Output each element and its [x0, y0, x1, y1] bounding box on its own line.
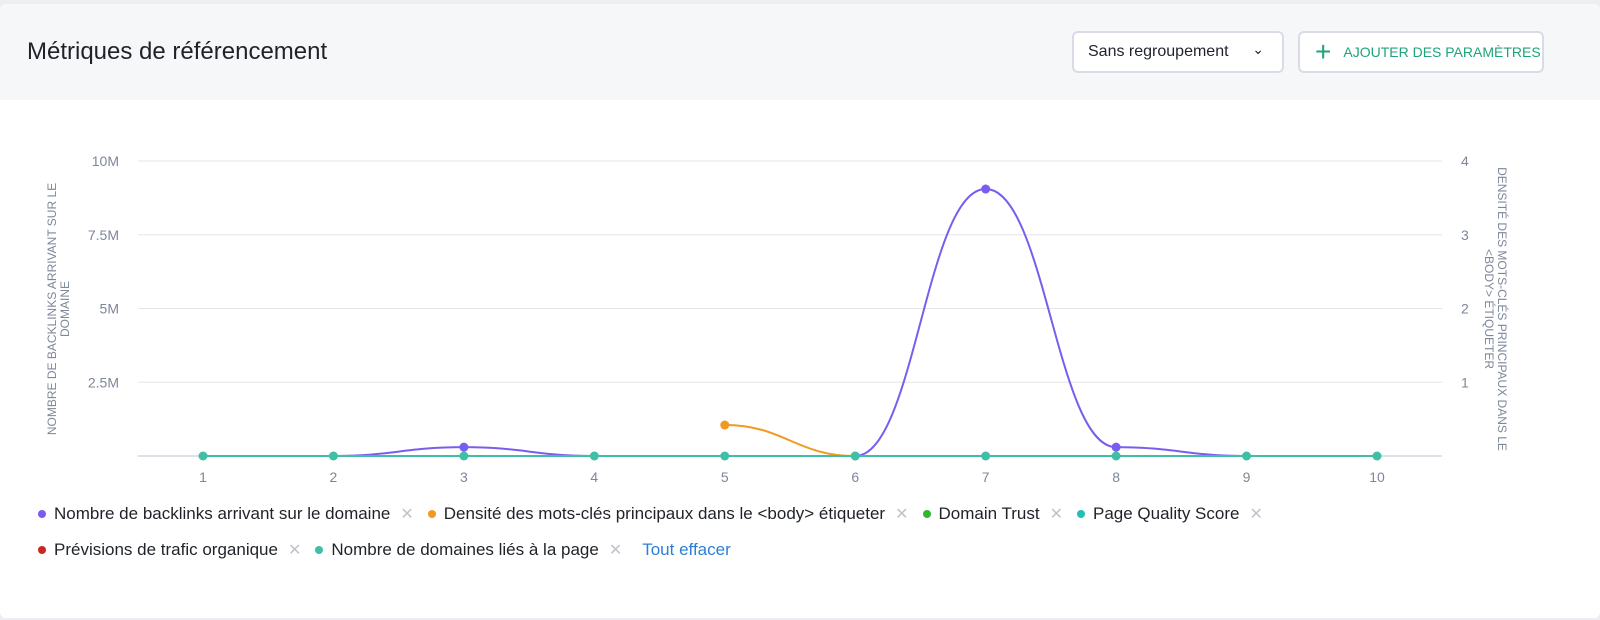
legend-label: Nombre de backlinks arrivant sur le doma… [54, 504, 391, 523]
seo-metrics-card: Métriques de référencement Sans regroupe… [0, 4, 1600, 618]
x-tick-label: 1 [199, 469, 207, 485]
x-tick-label: 7 [982, 469, 990, 485]
legend-label: Nombre de domaines liés à la page [331, 540, 599, 559]
backlinks-point [459, 442, 469, 452]
x-tick-label: 8 [1112, 469, 1120, 485]
x-tick-label: 4 [590, 469, 598, 485]
linked-domains-point [981, 451, 991, 461]
legend-item[interactable]: Page Quality Score ✕ [1077, 504, 1263, 524]
y-left-tick-label: 5M [100, 301, 119, 317]
keyword-density-line [724, 424, 856, 457]
remove-series-icon[interactable]: ✕ [895, 504, 908, 524]
linked-domains-point [850, 451, 860, 461]
legend-label: Densité des mots-clés principaux dans le… [443, 504, 886, 523]
y-right-tick-label: 4 [1461, 153, 1469, 169]
legend-item[interactable]: Nombre de backlinks arrivant sur le doma… [38, 504, 414, 524]
linked-domains-point [589, 451, 599, 461]
keyword-density-point [720, 420, 730, 430]
legend-item[interactable]: Domain Trust ✕ [922, 504, 1063, 524]
y-right-tick-label: 2 [1461, 301, 1469, 317]
line-chart: 10M 7.5M 5M 2.5M 4 3 2 1 1 2 3 4 5 6 7 8 9 10 NOMBRE DE BA… [45, 153, 1510, 485]
linked-domains-point [198, 451, 208, 461]
remove-series-icon[interactable]: ✕ [1249, 504, 1262, 524]
backlinks-line [203, 188, 1377, 458]
x-tick-label: 9 [1243, 469, 1251, 485]
legend-dot [1077, 510, 1085, 518]
legend-dot [922, 510, 931, 518]
legend-item[interactable]: Prévisions de trafic organique ✕ [38, 540, 301, 560]
remove-series-icon[interactable]: ✕ [400, 504, 413, 524]
linked-domains-point [328, 451, 338, 461]
y-right-tick-label: 1 [1461, 374, 1469, 390]
linked-domains-point [720, 451, 730, 461]
legend-label: Page Quality Score [1093, 504, 1240, 523]
legend-dot [315, 546, 324, 554]
y-right-tick-label: 3 [1461, 227, 1469, 243]
y-left-tick-label: 2.5M [88, 374, 119, 390]
remove-series-icon[interactable]: ✕ [1050, 504, 1063, 524]
x-tick-label: 6 [851, 469, 859, 485]
legend-row: Prévisions de trafic organique ✕ Nombre de… [38, 540, 731, 560]
x-tick-label: 10 [1369, 469, 1385, 485]
legend-label: Domain Trust [938, 504, 1040, 523]
linked-domains-point [1372, 451, 1382, 461]
backlinks-point [1111, 442, 1121, 452]
y-left-tick-label: 7.5M [88, 227, 119, 243]
legend-label: Prévisions de trafic organique [54, 540, 278, 559]
backlinks-point [981, 184, 991, 194]
remove-series-icon[interactable]: ✕ [288, 540, 301, 560]
clear-all-link[interactable]: Tout effacer [642, 540, 731, 560]
y-right-axis-title: DENSITÉ DES MOTS-CLÉS PRINCIPAUX DANS LE… [1482, 167, 1510, 451]
linked-domains-point [1111, 451, 1121, 461]
linked-domains-point [1242, 451, 1252, 461]
x-tick-label: 2 [330, 469, 338, 485]
y-left-axis-title: NOMBRE DE BACKLINKS ARRIVANT SUR LEDOMAI… [45, 183, 72, 435]
remove-series-icon[interactable]: ✕ [609, 540, 622, 560]
legend-dot [427, 510, 436, 518]
legend-row: Nombre de backlinks arrivant sur le doma… [38, 504, 1277, 524]
legend-dot [38, 510, 46, 518]
x-tick-label: 5 [721, 469, 729, 485]
y-left-tick-label: 10M [92, 153, 119, 169]
legend-item[interactable]: Densité des mots-clés principaux dans le… [427, 504, 909, 524]
linked-domains-point [459, 451, 469, 461]
legend-dot [38, 546, 46, 554]
x-tick-label: 3 [460, 469, 468, 485]
legend-item[interactable]: Nombre de domaines liés à la page ✕ [315, 540, 622, 560]
